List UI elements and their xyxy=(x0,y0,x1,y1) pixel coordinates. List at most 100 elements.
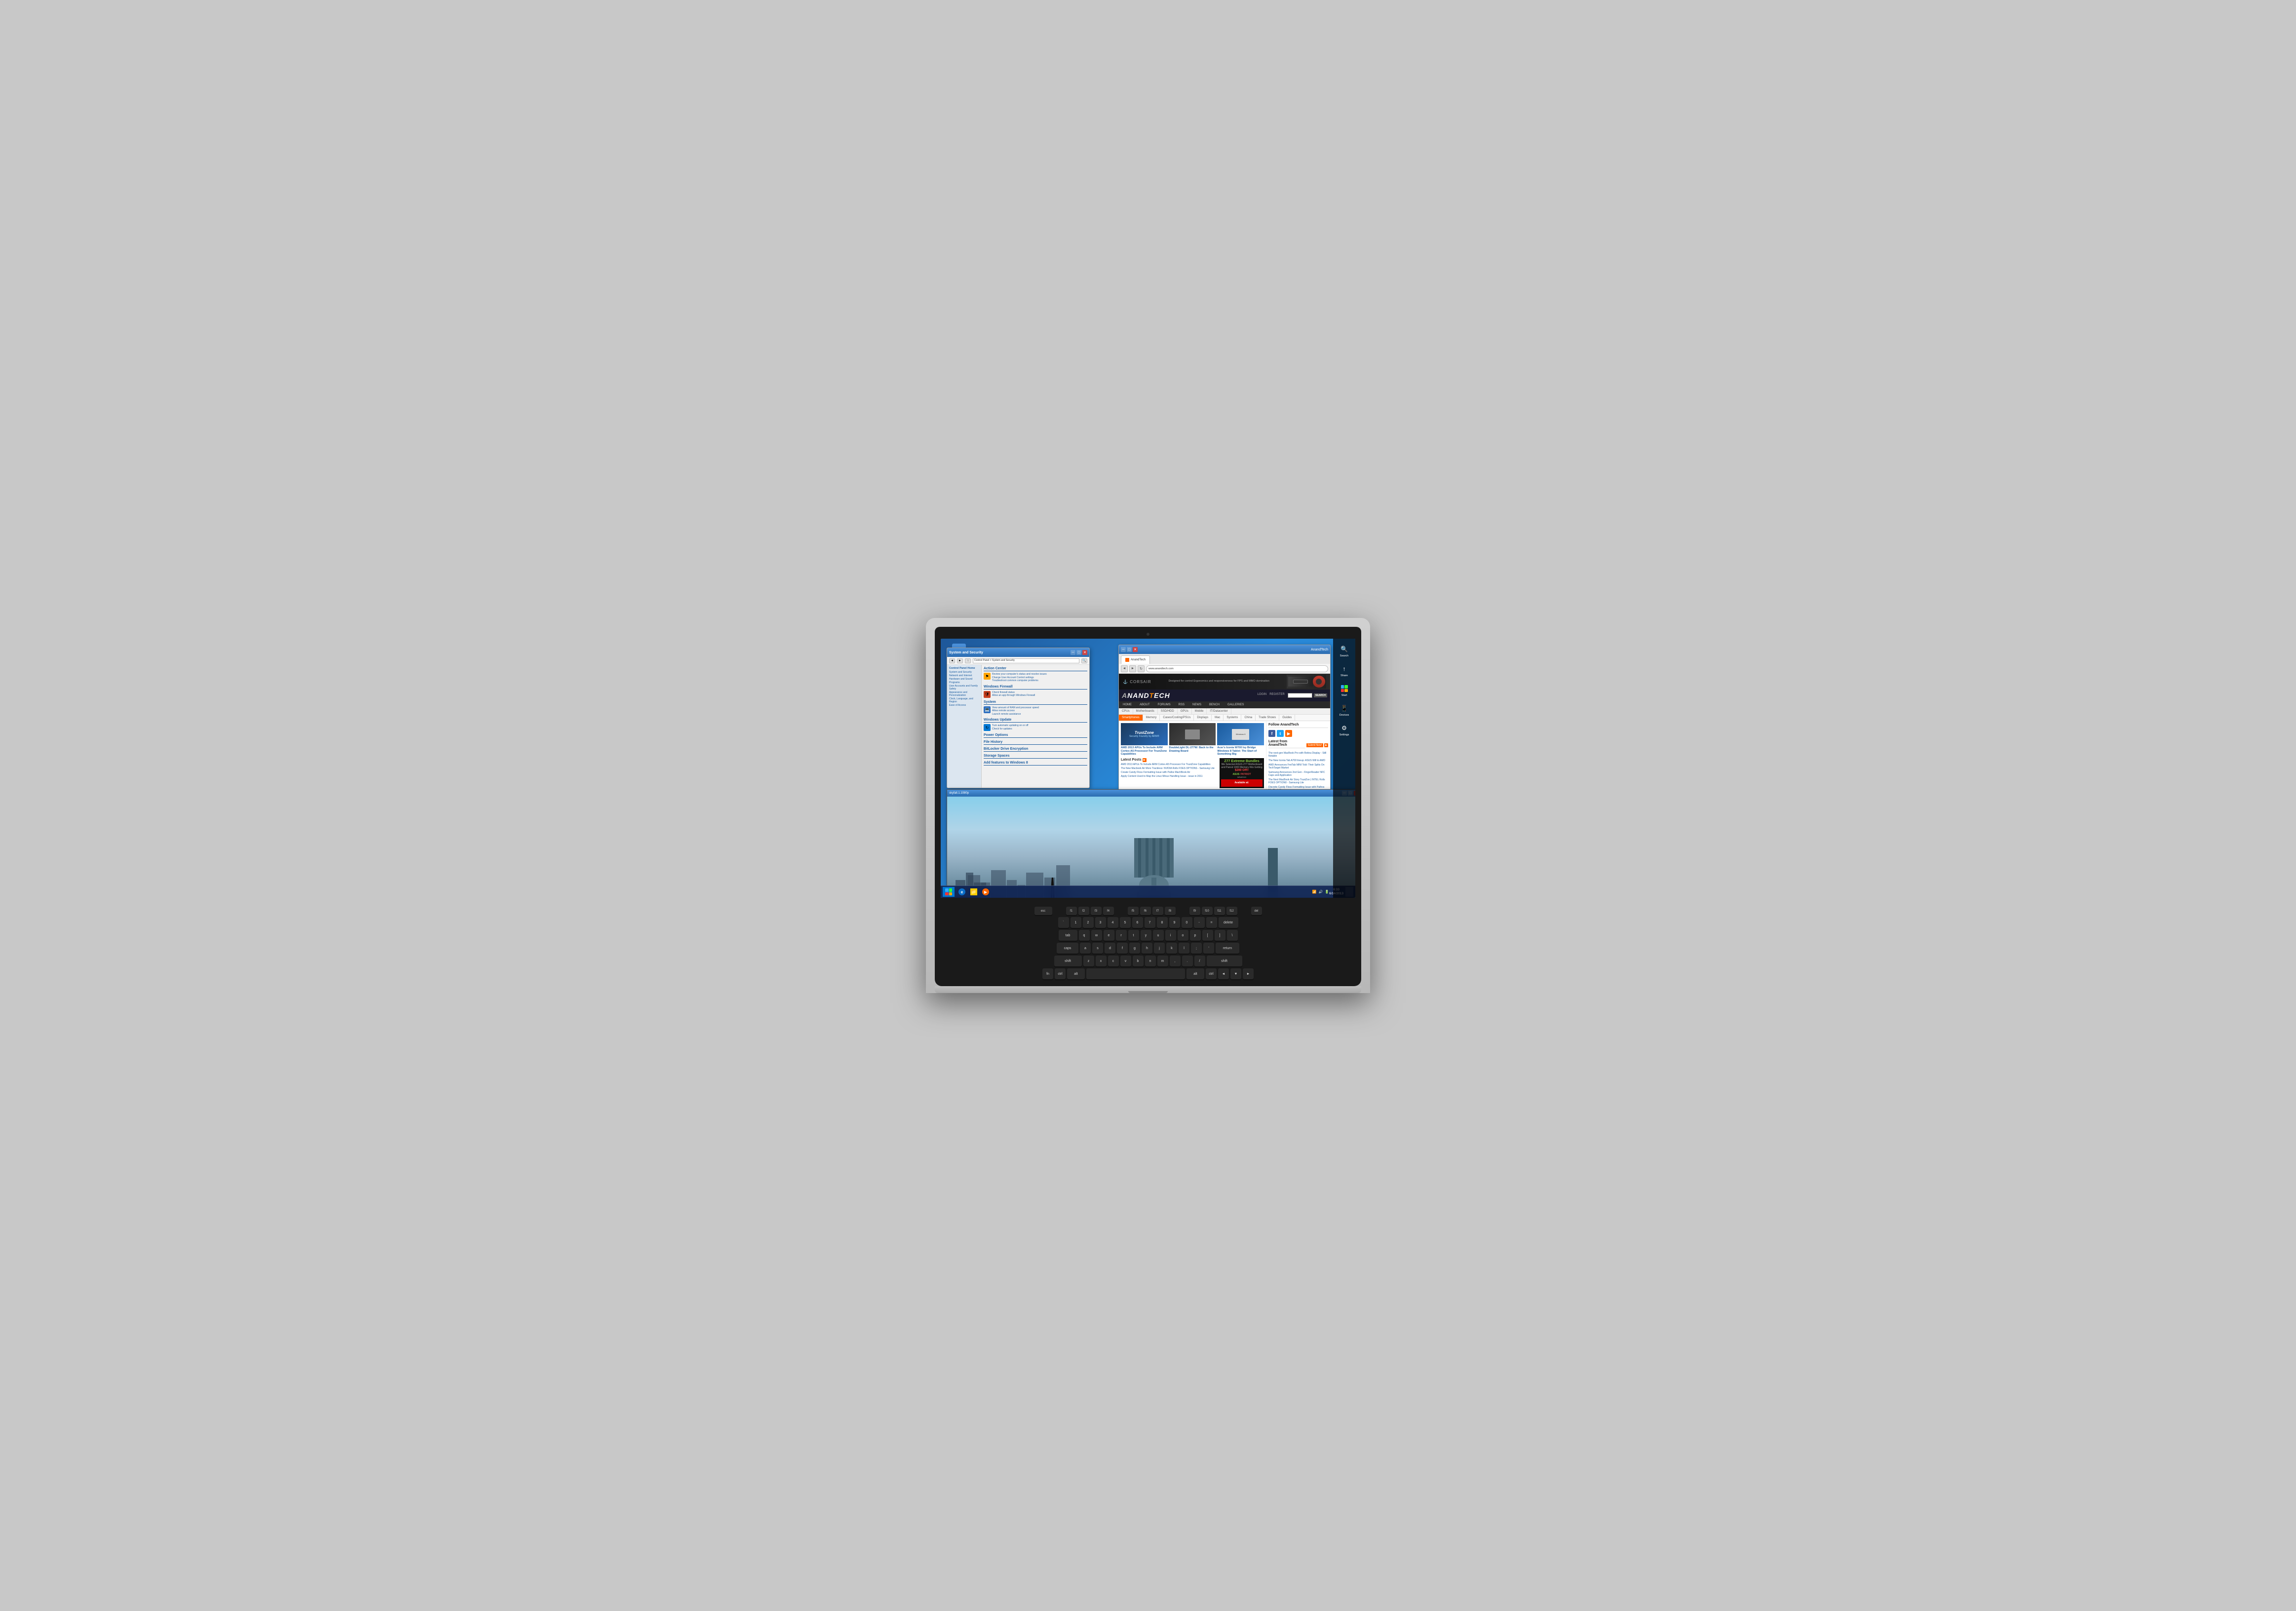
cat-ssd-hdd[interactable]: SSD/HDD xyxy=(1158,708,1178,714)
browser-back-btn[interactable]: ◄ xyxy=(1121,665,1128,672)
subcat-mac[interactable]: Mac xyxy=(1212,715,1224,721)
key-h[interactable]: h xyxy=(1142,943,1152,954)
charm-share[interactable]: ↑ Share xyxy=(1335,662,1354,679)
post-item-3[interactable]: Apply Content Used to Map the Linux Minu… xyxy=(1121,775,1218,778)
key-space[interactable] xyxy=(1086,968,1185,979)
post-item-2[interactable]: Create Candy Floss Formatting Issue with… xyxy=(1121,771,1218,774)
cp-sidebar-network[interactable]: Network and Internet xyxy=(949,674,979,677)
subcat-displays[interactable]: Displays xyxy=(1194,715,1212,721)
cp-maximize-btn[interactable]: □ xyxy=(1076,650,1081,655)
key-f8[interactable]: f8 xyxy=(1165,907,1176,915)
subcat-smartphones[interactable]: Smartphones xyxy=(1119,715,1143,721)
cp-sidebar-system-security[interactable]: System and Security xyxy=(949,671,979,674)
latest-item-3[interactable]: Samsung Announces 2nd Gen - FingerReader… xyxy=(1268,771,1328,777)
firewall-link-2[interactable]: Allow an app through Windows Firewall xyxy=(992,694,1035,697)
browser-close-btn[interactable]: ✕ xyxy=(1133,647,1138,652)
key-6[interactable]: 6 xyxy=(1132,917,1143,928)
browser-refresh-btn[interactable]: ↻ xyxy=(1138,665,1145,672)
key-fn[interactable]: fn xyxy=(1042,968,1053,979)
nav-login[interactable]: LOGIN xyxy=(1258,693,1267,698)
key-t[interactable]: t xyxy=(1128,930,1139,941)
cp-sidebar-programs[interactable]: Programs xyxy=(949,681,979,684)
cat-gpus[interactable]: GPUs xyxy=(1178,708,1192,714)
key-u[interactable]: u xyxy=(1153,930,1164,941)
subcat-memory[interactable]: Memory xyxy=(1143,715,1160,721)
charm-devices[interactable]: 📱 Devices xyxy=(1335,702,1354,719)
key-alt[interactable]: alt xyxy=(1067,968,1085,979)
key-0[interactable]: 0 xyxy=(1182,917,1192,928)
key-4[interactable]: 4 xyxy=(1108,917,1118,928)
submit-new-btn[interactable]: Submit New! xyxy=(1306,743,1323,747)
key-x[interactable]: x xyxy=(1096,956,1107,966)
update-link-1[interactable]: Turn automatic updating on or off xyxy=(992,724,1028,728)
action-center-link-1[interactable]: Review your computer's status and resolv… xyxy=(992,673,1047,676)
key-arrow-down[interactable]: ▼ xyxy=(1230,968,1241,979)
key-o[interactable]: o xyxy=(1178,930,1188,941)
taskbar-media-pin[interactable]: ▶ xyxy=(980,887,991,897)
key-b[interactable]: b xyxy=(1133,956,1144,966)
cp-home-link[interactable]: Control Panel Home xyxy=(949,667,979,670)
key-e[interactable]: e xyxy=(1104,930,1114,941)
cp-sidebar-user-accounts[interactable]: User Accounts and Family Safety xyxy=(949,685,979,690)
key-f1[interactable]: f1 xyxy=(1066,907,1077,915)
key-semicolon[interactable]: ; xyxy=(1191,943,1202,954)
rss-follow-btn[interactable]: ▶ xyxy=(1285,730,1292,737)
post-item-0[interactable]: AMD 2013 APUs To Include ARM Cortex-A5 P… xyxy=(1121,763,1218,766)
nav-bench[interactable]: BENCH xyxy=(1205,701,1224,708)
key-v[interactable]: v xyxy=(1120,956,1131,966)
key-shift-right[interactable]: shift xyxy=(1207,956,1242,966)
key-period[interactable]: . xyxy=(1182,956,1193,966)
key-7[interactable]: 7 xyxy=(1145,917,1155,928)
key-l[interactable]: l xyxy=(1179,943,1189,954)
start-button[interactable] xyxy=(943,887,955,897)
key-f2[interactable]: f2 xyxy=(1078,907,1089,915)
key-q[interactable]: q xyxy=(1079,930,1090,941)
key-f10[interactable]: f10 xyxy=(1202,907,1213,915)
key-quote[interactable]: ' xyxy=(1203,943,1214,954)
cat-cpus[interactable]: CPUs xyxy=(1119,708,1133,714)
key-slash[interactable]: / xyxy=(1194,956,1205,966)
nav-forums[interactable]: FORUMS xyxy=(1154,701,1175,708)
cp-address-bar[interactable]: Control Panel > System and Security xyxy=(973,658,1079,663)
key-2[interactable]: 2 xyxy=(1083,917,1094,928)
key-k[interactable]: k xyxy=(1166,943,1177,954)
subcat-systems[interactable]: Systems xyxy=(1224,715,1241,721)
key-lbracket[interactable]: [ xyxy=(1202,930,1213,941)
corsair-ad-banner[interactable]: ⚓ CORSAIR Designed for control Ergonomic… xyxy=(1119,674,1330,690)
key-f5[interactable]: f5 xyxy=(1128,907,1139,915)
key-1[interactable]: 1 xyxy=(1071,917,1081,928)
article-doublelight[interactable]: DoubleLight DL-277W: Back to the Drawing… xyxy=(1169,723,1216,756)
charm-search[interactable]: 🔍 Search xyxy=(1335,643,1354,659)
key-f[interactable]: f xyxy=(1117,943,1128,954)
anandtech-search-btn[interactable]: SEARCH xyxy=(1314,693,1327,697)
post-item-1[interactable]: The New Macbook Air More Trackless: NVID… xyxy=(1121,767,1218,770)
cp-forward-btn[interactable]: ► xyxy=(957,658,963,663)
cp-sidebar-ease[interactable]: Ease of Access xyxy=(949,704,979,707)
cat-itdatacenter[interactable]: IT/Datacenter xyxy=(1207,708,1231,714)
key-8[interactable]: 8 xyxy=(1157,917,1168,928)
key-f6[interactable]: f6 xyxy=(1140,907,1151,915)
nav-home[interactable]: HOME xyxy=(1119,701,1136,708)
latest-item-4[interactable]: The Next MacBook Air Story TrustZon | IN… xyxy=(1268,778,1328,784)
subcat-cases[interactable]: Cases/Cooling/PSUs xyxy=(1160,715,1194,721)
key-f7[interactable]: f7 xyxy=(1152,907,1163,915)
key-rbracket[interactable]: ] xyxy=(1215,930,1225,941)
nav-about[interactable]: ABOUT xyxy=(1136,701,1154,708)
browser-url-bar[interactable]: www.anandtech.com xyxy=(1146,665,1328,672)
nav-register[interactable]: REGISTER xyxy=(1269,693,1285,698)
key-arrow-left[interactable]: ◄ xyxy=(1218,968,1229,979)
key-r[interactable]: r xyxy=(1116,930,1127,941)
key-capslock[interactable]: caps xyxy=(1057,943,1078,954)
latest-item-0[interactable]: The next-gen MacBook Pro with Retina Dis… xyxy=(1268,752,1328,758)
cp-sidebar-clock[interactable]: Clock, Language, and Region xyxy=(949,697,979,703)
key-c[interactable]: c xyxy=(1108,956,1119,966)
key-backspace[interactable]: delete xyxy=(1219,917,1238,928)
key-f4[interactable]: f4 xyxy=(1103,907,1114,915)
nav-news[interactable]: NEWS xyxy=(1188,701,1205,708)
taskbar-ie-pin[interactable]: e xyxy=(957,887,967,897)
key-m[interactable]: m xyxy=(1157,956,1168,966)
key-comma[interactable]: , xyxy=(1170,956,1181,966)
key-z[interactable]: z xyxy=(1083,956,1094,966)
key-backtick[interactable]: ` xyxy=(1058,917,1069,928)
key-n[interactable]: n xyxy=(1145,956,1156,966)
